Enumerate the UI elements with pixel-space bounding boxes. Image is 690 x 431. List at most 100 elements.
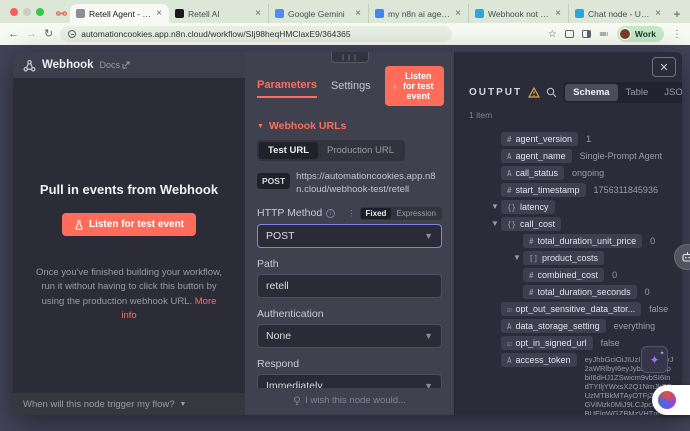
schema-key-pill[interactable]: ☑opt_out_sensitive_data_stor... (501, 302, 641, 316)
tab-close-icon[interactable]: × (554, 8, 562, 19)
chevron-down-icon[interactable]: ▼ (491, 219, 501, 228)
chat-widget-button[interactable] (652, 385, 690, 415)
output-title: OUTPUT (469, 87, 522, 98)
schema-row[interactable]: ▼{}call_cost (469, 217, 674, 231)
output-header: OUTPUT SchemaTableJSON (455, 52, 682, 103)
test-url-tab[interactable]: Test URL (259, 142, 318, 159)
schema-value: 1 (586, 134, 591, 145)
number-type-icon: # (507, 135, 512, 144)
window-minimize-button[interactable] (23, 8, 31, 16)
schema-key-pill[interactable]: []product_costs (523, 251, 604, 265)
schema-key-pill[interactable]: Adata_storage_setting (501, 319, 606, 333)
browser-tab[interactable]: Google Gemini× (268, 4, 368, 23)
lightbulb-icon (293, 396, 301, 406)
schema-key-pill[interactable]: #combined_cost (523, 268, 604, 282)
param-field: AuthenticationNone▼ (257, 308, 442, 348)
schema-key-pill[interactable]: #agent_version (501, 132, 578, 146)
trigger-footer[interactable]: When will this node trigger my flow? ▼ (13, 393, 245, 415)
output-tab-json[interactable]: JSON (656, 84, 682, 101)
tab-favicon (175, 9, 184, 18)
reload-icon[interactable]: ↻ (44, 29, 53, 40)
profile-button[interactable]: Work (617, 26, 664, 42)
chevron-down-icon[interactable]: ▼ (513, 253, 523, 262)
schema-key-pill[interactable]: {}latency (501, 200, 555, 214)
site-info-icon[interactable] (68, 30, 76, 38)
schema-key-pill[interactable]: Acall_status (501, 166, 564, 180)
schema-row[interactable]: #total_duration_unit_price0 (469, 234, 674, 248)
browser-tab[interactable]: Retell AI× (169, 4, 268, 23)
field-select[interactable]: POST▼ (257, 224, 442, 248)
docs-link[interactable]: Docs (100, 60, 131, 70)
url-mode-toggle: Test URL Production URL (257, 140, 405, 161)
object-type-icon: {} (507, 220, 516, 229)
ai-sparkle-button[interactable]: ✦ (641, 346, 668, 373)
field-select[interactable]: None▼ (257, 324, 442, 348)
toggle-option[interactable]: Fixed (361, 208, 392, 219)
output-tab-schema[interactable]: Schema (565, 84, 617, 101)
webhook-url-display[interactable]: POST https://automationcookies.app.n8n.c… (257, 170, 442, 197)
forward-icon[interactable]: → (26, 29, 37, 40)
tab-close-icon[interactable]: × (654, 8, 662, 19)
webhook-urls-section[interactable]: ▼ Webhook URLs (257, 120, 442, 132)
schema-key-pill[interactable]: #total_duration_seconds (523, 285, 637, 299)
fixed-expression-toggle[interactable]: FixedExpression (360, 207, 442, 220)
schema-key-pill[interactable]: {}call_cost (501, 217, 561, 231)
chevron-down-icon[interactable]: ▼ (491, 202, 501, 211)
browser-tab[interactable]: Chat node - Use full tra...× (568, 4, 668, 23)
panel-drag-handle[interactable]: ❘❘❘ (331, 52, 369, 63)
tab-close-icon[interactable]: × (354, 8, 362, 19)
tab-close-icon[interactable]: × (454, 8, 462, 19)
schema-key-pill[interactable]: #start_timestamp (501, 183, 586, 197)
tab-title: Webhook not pulling dat... (488, 9, 550, 19)
node-wish-link[interactable]: I wish this node would... (245, 388, 454, 415)
schema-value: ongoing (572, 168, 604, 179)
number-type-icon: # (507, 186, 512, 195)
window-maximize-button[interactable] (36, 8, 44, 16)
schema-key-pill[interactable]: #total_duration_unit_price (523, 234, 642, 248)
schema-row[interactable]: ☑opt_out_sensitive_data_stor...false (469, 302, 674, 316)
close-icon[interactable]: ✕ (652, 57, 676, 77)
schema-row[interactable]: Aagent_name Single-Prompt Agent (469, 149, 674, 163)
browser-tab[interactable]: Webhook not pulling dat... × (468, 4, 568, 23)
address-bar[interactable]: automationcookies.app.n8n.cloud/workflow… (60, 26, 452, 42)
new-tab-button[interactable]: + (668, 4, 686, 23)
tab-groups-icon[interactable] (565, 30, 574, 38)
tab-settings[interactable]: Settings (331, 80, 371, 97)
tab-close-icon[interactable]: × (155, 8, 163, 19)
schema-row[interactable]: #start_timestamp1756311845936 (469, 183, 674, 197)
tab-close-icon[interactable]: × (254, 8, 262, 19)
array-type-icon: [] (529, 254, 538, 263)
toggle-option[interactable]: Expression (391, 208, 441, 219)
schema-row[interactable]: Acall_status ongoing (469, 166, 674, 180)
schema-row[interactable]: Adata_storage_setting everything (469, 319, 674, 333)
listen-test-event-button[interactable]: Listen for test event (62, 213, 196, 236)
bookmark-star-icon[interactable]: ☆ (548, 29, 557, 40)
window-close-button[interactable] (10, 8, 18, 16)
chevron-down-icon: ▼ (424, 381, 433, 388)
production-url-tab[interactable]: Production URL (318, 142, 403, 159)
schema-value: everything (614, 321, 656, 332)
listen-test-event-button-top[interactable]: Listen for test event (385, 66, 444, 106)
schema-row[interactable]: #agent_version 1 (469, 132, 674, 146)
schema-row[interactable]: #combined_cost0 (469, 268, 674, 282)
schema-row[interactable]: ▼{}latency (469, 200, 674, 214)
browser-tab[interactable]: Retell Agent - n8n× (70, 4, 169, 23)
schema-key-pill[interactable]: ☑opt_in_signed_url (501, 336, 593, 350)
kebab-dots-icon[interactable]: ⋮ (348, 209, 356, 218)
pinned-tab[interactable] (52, 4, 70, 23)
schema-value: Single-Prompt Agent (580, 151, 663, 162)
schema-row[interactable]: ▼[]product_costs (469, 251, 674, 265)
side-panel-icon[interactable] (582, 30, 591, 38)
field-input[interactable]: retell (257, 274, 442, 298)
field-select[interactable]: Immediately▼ (257, 374, 442, 388)
back-icon[interactable]: ← (8, 29, 19, 40)
output-tab-table[interactable]: Table (618, 84, 657, 101)
schema-key-pill[interactable]: Aaccess_token (501, 353, 577, 367)
tab-parameters[interactable]: Parameters (257, 79, 317, 98)
search-icon[interactable] (546, 87, 557, 98)
extensions-icon[interactable]: ≕ (599, 29, 609, 40)
browser-tab[interactable]: my n8n ai agent isn't get...× (368, 4, 468, 23)
browser-menu-icon[interactable]: ⋮ (672, 29, 682, 40)
schema-row[interactable]: #total_duration_seconds0 (469, 285, 674, 299)
schema-key-pill[interactable]: Aagent_name (501, 149, 572, 163)
